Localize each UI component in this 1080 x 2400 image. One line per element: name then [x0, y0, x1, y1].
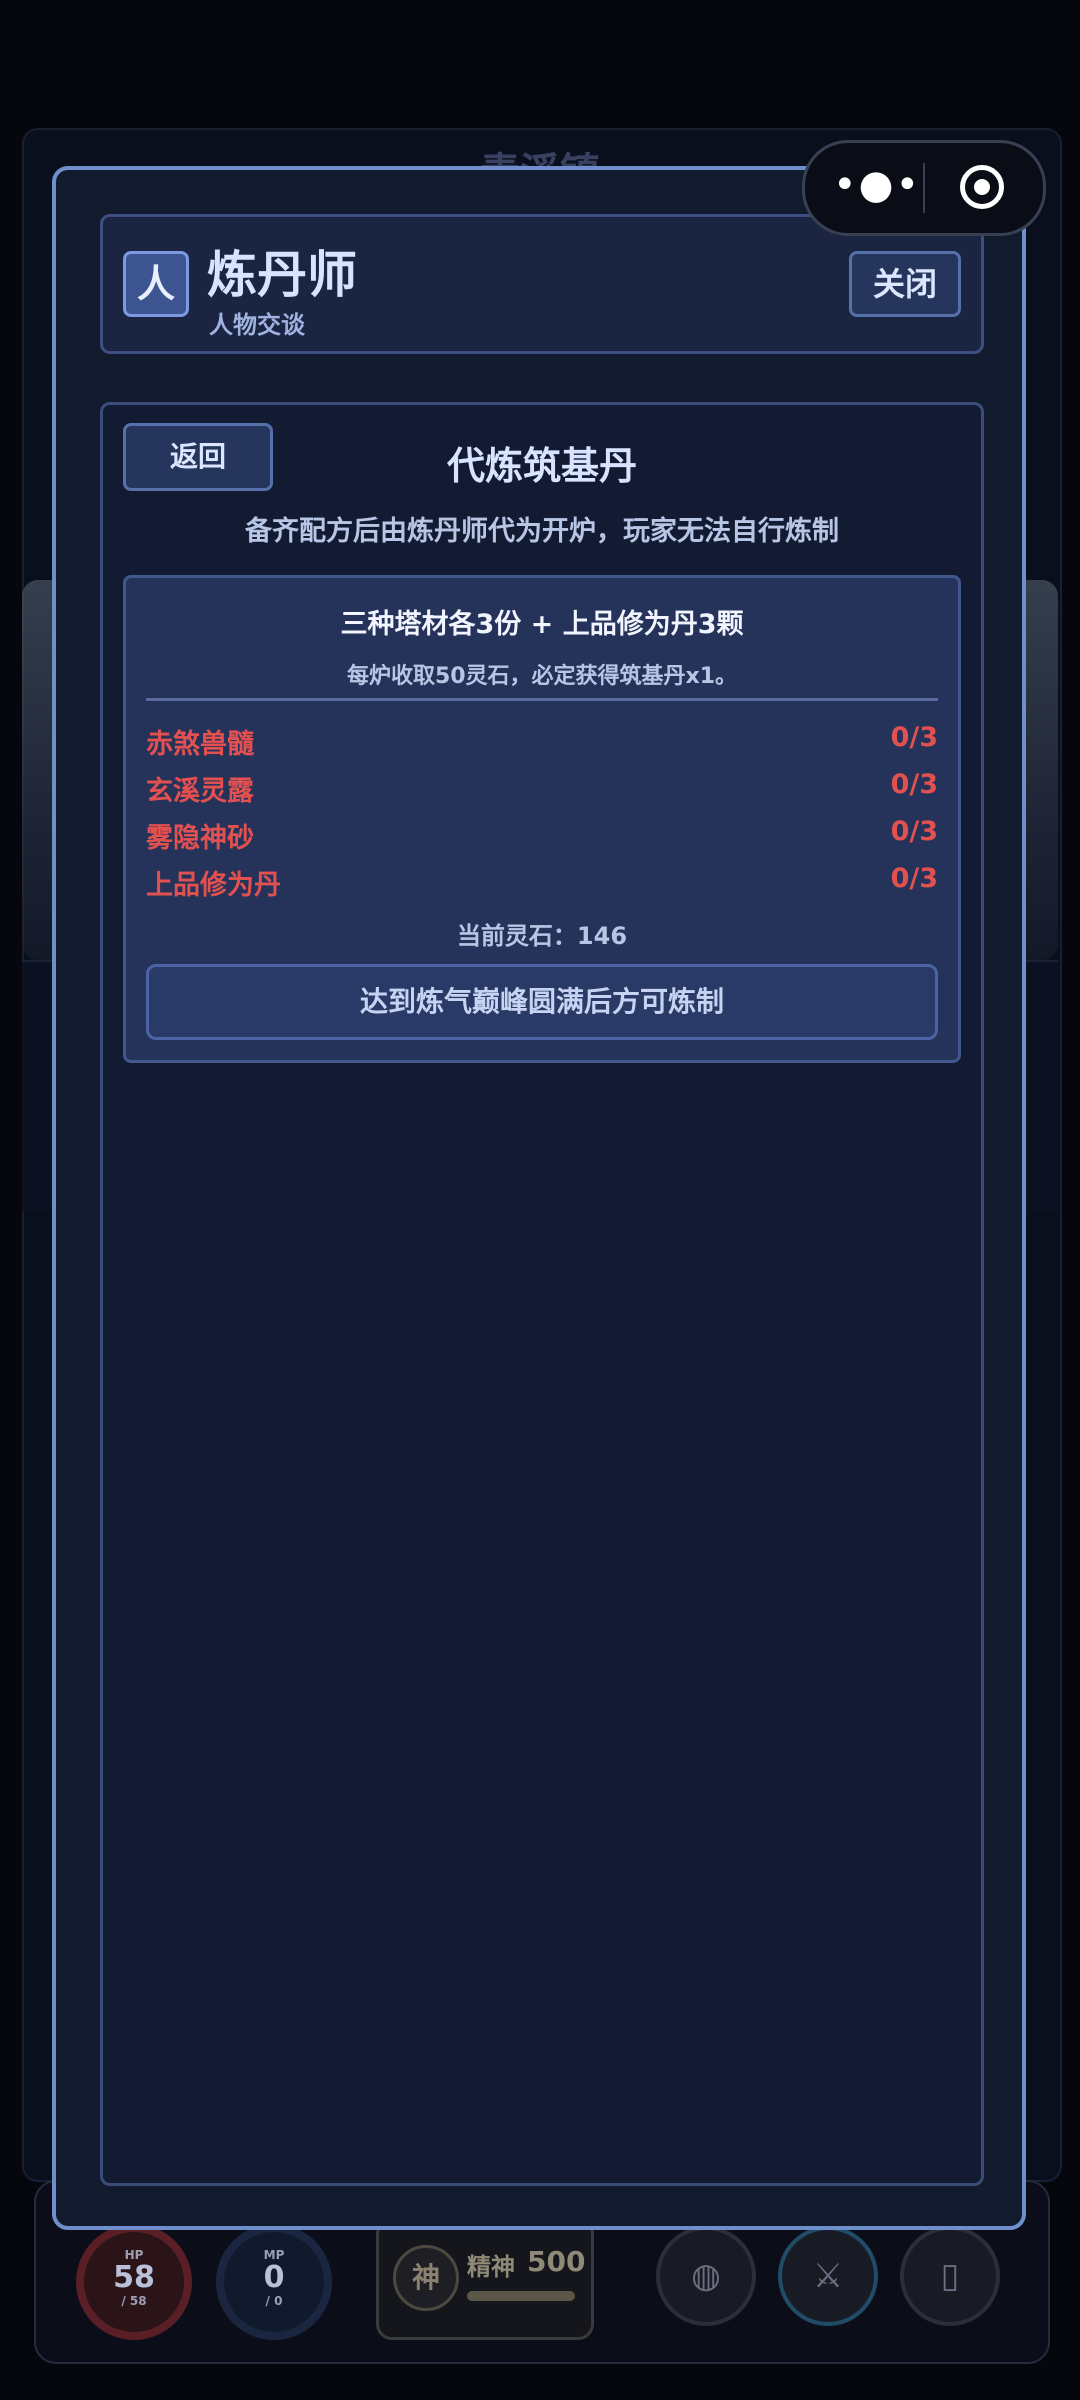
mp-orb: MP 0 / 0 [216, 2224, 332, 2340]
material-name: 赤煞兽髓 [146, 729, 254, 760]
mp-value: 0 [263, 2260, 285, 2295]
recipe-title: 三种塔材各3份 + 上品修为丹3颗 [340, 609, 744, 640]
target-circle-icon[interactable] [960, 165, 1004, 209]
spirit-panel: 神 精神 500 [376, 2218, 594, 2340]
more-dots-icon[interactable]: •●• [833, 165, 919, 211]
material-name: 上品修为丹 [146, 870, 281, 901]
material-row: 玄溪灵露 0/3 [146, 769, 938, 809]
divider [146, 698, 938, 701]
material-name: 玄溪灵露 [146, 776, 254, 807]
spirit-value: 500 [527, 2245, 586, 2278]
recipe-note: 每炉收取50灵石，必定获得筑基丹x1。 [346, 664, 738, 689]
mp-max: / 0 [265, 2294, 283, 2308]
material-count: 0/3 [890, 722, 938, 753]
spirit-icon: 神 [393, 2245, 459, 2311]
material-row: 雾隐神砂 0/3 [146, 816, 938, 856]
phone-icon: ▯ [900, 2226, 1000, 2326]
hp-max: / 58 [121, 2294, 147, 2308]
spirit-label: 精神 [467, 2253, 515, 2281]
material-count: 0/3 [890, 769, 938, 800]
capsule-divider [923, 163, 925, 213]
close-button[interactable]: 关闭 [849, 251, 961, 317]
section-description: 备齐配方后由炼丹师代为开炉，玩家无法自行炼制 [245, 516, 839, 547]
dialog-content: 返回 代炼筑基丹 备齐配方后由炼丹师代为开炉，玩家无法自行炼制 三种塔材各3份 … [100, 402, 984, 2186]
material-row: 赤煞兽髓 0/3 [146, 722, 938, 762]
spirit-stones-balance: 当前灵石：146 [456, 922, 628, 950]
dialog-subtitle: 人物交谈 [209, 311, 305, 339]
bag-icon: ◍ [656, 2226, 756, 2326]
npc-dialog: 人 炼丹师 人物交谈 关闭 返回 代炼筑基丹 备齐配方后由炼丹师代为开炉，玩家无… [52, 166, 1026, 2230]
miniprogram-capsule: •●• [802, 140, 1046, 236]
section-title: 代炼筑基丹 [446, 444, 637, 488]
spirit-bar [467, 2291, 575, 2301]
material-name: 雾隐神砂 [146, 823, 254, 854]
mp-label: MP [263, 2248, 285, 2262]
craft-button[interactable]: 达到炼气巅峰圆满后方可炼制 [146, 964, 938, 1040]
npc-name: 炼丹师 [207, 246, 357, 304]
npc-avatar: 人 [123, 251, 189, 317]
recipe-card: 三种塔材各3份 + 上品修为丹3颗 每炉收取50灵石，必定获得筑基丹x1。 赤煞… [123, 575, 961, 1063]
material-count: 0/3 [890, 863, 938, 894]
hp-value: 58 [113, 2260, 155, 2295]
material-count: 0/3 [890, 816, 938, 847]
sword-icon: ⚔ [778, 2226, 878, 2326]
hp-label: HP [124, 2248, 144, 2262]
hp-orb: HP 58 / 58 [76, 2224, 192, 2340]
material-row: 上品修为丹 0/3 [146, 863, 938, 903]
